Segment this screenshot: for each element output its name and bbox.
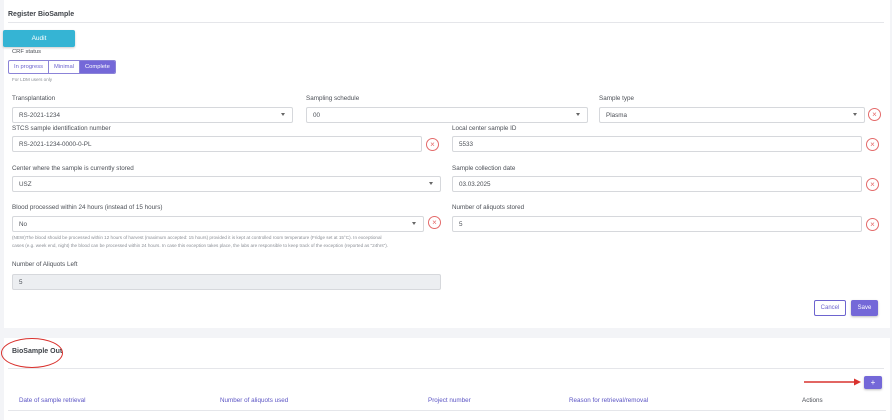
cancel-button[interactable]: Cancel bbox=[814, 300, 846, 316]
sample-type-select[interactable]: Plasma bbox=[599, 107, 865, 123]
chevron-down-icon bbox=[853, 113, 857, 116]
aliquots-stored-label: Number of aliquots stored bbox=[452, 204, 525, 211]
collection-date-value: 03.03.2025 bbox=[459, 180, 491, 188]
sampling-schedule-label: Sampling schedule bbox=[306, 95, 360, 102]
biosample-out-card bbox=[4, 338, 890, 420]
blood-processed-clear-icon[interactable]: × bbox=[428, 216, 441, 229]
chevron-down-icon bbox=[576, 113, 580, 116]
sample-type-label: Sample type bbox=[599, 95, 635, 102]
crf-hint: For LDM users only bbox=[12, 77, 53, 82]
blood-processed-select[interactable]: No bbox=[12, 216, 424, 232]
aliquots-stored-input[interactable]: 5 bbox=[452, 216, 862, 232]
save-button[interactable]: Save bbox=[851, 300, 878, 316]
collection-date-input[interactable]: 03.03.2025 bbox=[452, 176, 862, 192]
sample-type-value: Plasma bbox=[606, 111, 627, 119]
crf-option-in-progress[interactable]: In progress bbox=[9, 61, 49, 73]
table-header-divider bbox=[8, 410, 886, 411]
collection-date-clear-icon[interactable]: × bbox=[866, 178, 879, 191]
column-header-actions: Actions bbox=[802, 397, 823, 404]
sample-type-clear-icon[interactable]: × bbox=[868, 108, 881, 121]
stcs-id-clear-icon[interactable]: × bbox=[426, 138, 439, 151]
title-divider bbox=[8, 22, 884, 23]
arrow-right-icon bbox=[804, 378, 861, 386]
column-header-aliquots-used[interactable]: Number of aliquots used bbox=[220, 397, 288, 404]
local-id-input[interactable]: 5533 bbox=[452, 136, 862, 152]
aliquots-left-value: 5 bbox=[19, 278, 23, 286]
center-label: Center where the sample is currently sto… bbox=[12, 165, 134, 172]
aliquots-left-label: Number of Aliquots Left bbox=[12, 261, 78, 268]
transplantation-label: Transplantation bbox=[12, 95, 56, 102]
sampling-schedule-value: 00 bbox=[313, 111, 321, 119]
chevron-down-icon bbox=[281, 113, 285, 116]
chevron-down-icon bbox=[412, 222, 416, 225]
crf-status-toggle: In progress Minimal Complete bbox=[8, 60, 116, 74]
local-id-clear-icon[interactable]: × bbox=[866, 138, 879, 151]
stcs-id-input[interactable]: RS-2021-1234-0000-0-PL bbox=[12, 136, 422, 152]
annotation-circle bbox=[1, 338, 63, 368]
stcs-id-label: STCS sample identification number bbox=[12, 125, 111, 132]
collection-date-label: Sample collection date bbox=[452, 165, 516, 172]
center-select[interactable]: USZ bbox=[12, 176, 441, 192]
blood-processed-value: No bbox=[19, 220, 28, 228]
blood-processed-note: (NEW)The blood should be processed withi… bbox=[12, 234, 452, 250]
note-line-1: (NEW)The blood should be processed withi… bbox=[12, 235, 382, 240]
chevron-down-icon bbox=[429, 182, 433, 185]
crf-status-label: CRF status bbox=[12, 49, 41, 55]
out-title-divider bbox=[8, 368, 884, 369]
add-biosample-out-button[interactable]: + bbox=[864, 376, 882, 389]
transplantation-value: RS-2021-1234 bbox=[19, 111, 60, 119]
aliquots-left-input: 5 bbox=[12, 274, 441, 290]
blood-processed-label: Blood processed within 24 hours (instead… bbox=[12, 204, 163, 211]
column-header-date[interactable]: Date of sample retrieval bbox=[19, 397, 86, 404]
center-value: USZ bbox=[19, 180, 32, 188]
note-line-2: cases (e.g. week end, night) the blood c… bbox=[12, 243, 389, 248]
audit-button[interactable]: Audit bbox=[3, 30, 75, 47]
aliquots-stored-clear-icon[interactable]: × bbox=[866, 218, 879, 231]
crf-option-minimal[interactable]: Minimal bbox=[49, 61, 80, 73]
local-id-label: Local center sample ID bbox=[452, 125, 517, 132]
aliquots-stored-value: 5 bbox=[459, 220, 463, 228]
local-id-value: 5533 bbox=[459, 140, 474, 148]
column-header-reason[interactable]: Reason for retrieval/removal bbox=[569, 397, 648, 404]
crf-option-complete[interactable]: Complete bbox=[79, 61, 115, 73]
sampling-schedule-select[interactable]: 00 bbox=[306, 107, 588, 123]
register-biosample-title: Register BioSample bbox=[8, 11, 75, 18]
column-header-project-number[interactable]: Project number bbox=[428, 397, 471, 404]
transplantation-select[interactable]: RS-2021-1234 bbox=[12, 107, 293, 123]
stcs-id-value: RS-2021-1234-0000-0-PL bbox=[19, 140, 92, 148]
